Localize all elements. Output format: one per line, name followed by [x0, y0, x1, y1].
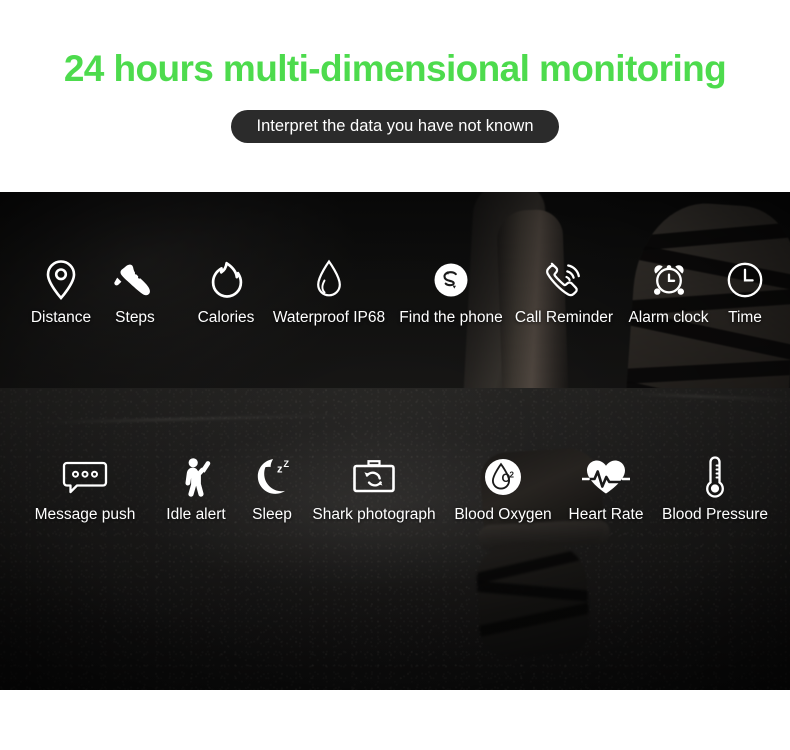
feature-calories[interactable]: Calories — [184, 254, 268, 327]
feature-message-push[interactable]: Message push — [20, 451, 150, 524]
feature-label: Waterproof IP68 — [272, 309, 386, 326]
feature-label: Alarm clock — [628, 309, 709, 326]
feature-label: Idle alert — [166, 506, 226, 523]
feature-label: Blood Oxygen — [454, 506, 552, 523]
heart-rate-icon — [558, 451, 654, 503]
phone-ring-icon — [505, 254, 623, 306]
subtitle-badge: Interpret the data you have not known — [231, 110, 559, 143]
feature-label: Blood Pressure — [662, 506, 768, 523]
feature-label: Calories — [197, 309, 255, 326]
feature-time[interactable]: Time — [714, 254, 776, 327]
feature-label: Heart Rate — [568, 506, 644, 523]
feature-blood-pressure[interactable]: Blood Pressure — [650, 451, 780, 524]
shoe-icon — [96, 254, 174, 306]
feature-heart-rate[interactable]: Heart Rate — [558, 451, 654, 524]
svg-text:2: 2 — [510, 471, 515, 480]
feature-call-reminder[interactable]: Call Reminder — [505, 254, 623, 327]
feature-waterproof[interactable]: Waterproof IP68 — [265, 254, 393, 327]
alarm-clock-icon — [619, 254, 718, 306]
flame-icon — [184, 254, 268, 306]
footer-whitespace — [0, 690, 790, 750]
feature-label: Steps — [115, 309, 155, 326]
feature-label: Call Reminder — [514, 309, 614, 326]
feature-panel: Distance Steps Calories Waterproof IP68 … — [0, 192, 790, 690]
moon-sleep-icon: z Z — [240, 451, 304, 503]
water-drop-icon — [265, 254, 393, 306]
feature-label: Sleep — [252, 506, 292, 523]
location-pin-icon — [16, 254, 106, 306]
svg-text:Z: Z — [284, 459, 290, 469]
feature-idle-alert[interactable]: Idle alert — [150, 451, 242, 524]
camera-icon — [303, 451, 445, 503]
feature-sleep[interactable]: z Z Sleep — [240, 451, 304, 524]
feature-label: Distance — [30, 309, 92, 326]
header-section: 24 hours multi-dimensional monitoring In… — [0, 0, 790, 192]
feature-find-phone[interactable]: Find the phone — [391, 254, 511, 327]
feature-distance[interactable]: Distance — [16, 254, 106, 327]
subtitle-container: Interpret the data you have not known — [0, 110, 790, 143]
blood-oxygen-icon: O 2 — [444, 451, 562, 503]
promo-page: 24 hours multi-dimensional monitoring In… — [0, 0, 790, 750]
feature-blood-oxygen[interactable]: O 2 Blood Oxygen — [444, 451, 562, 524]
clock-icon — [714, 254, 776, 306]
feature-alarm-clock[interactable]: Alarm clock — [619, 254, 718, 327]
feature-shark-photograph[interactable]: Shark photograph — [303, 451, 445, 524]
page-title: 24 hours multi-dimensional monitoring — [63, 48, 727, 89]
feature-grid: Distance Steps Calories Waterproof IP68 … — [0, 192, 790, 690]
message-bubble-icon — [20, 451, 150, 503]
find-phone-icon — [391, 254, 511, 306]
svg-text:z: z — [277, 464, 283, 476]
feature-label: Time — [728, 309, 762, 326]
stretching-person-icon — [150, 451, 242, 503]
thermometer-icon — [650, 451, 780, 503]
feature-steps[interactable]: Steps — [96, 254, 174, 327]
feature-label: Find the phone — [399, 309, 503, 326]
feature-label: Message push — [34, 506, 136, 523]
feature-label: Shark photograph — [312, 506, 436, 523]
